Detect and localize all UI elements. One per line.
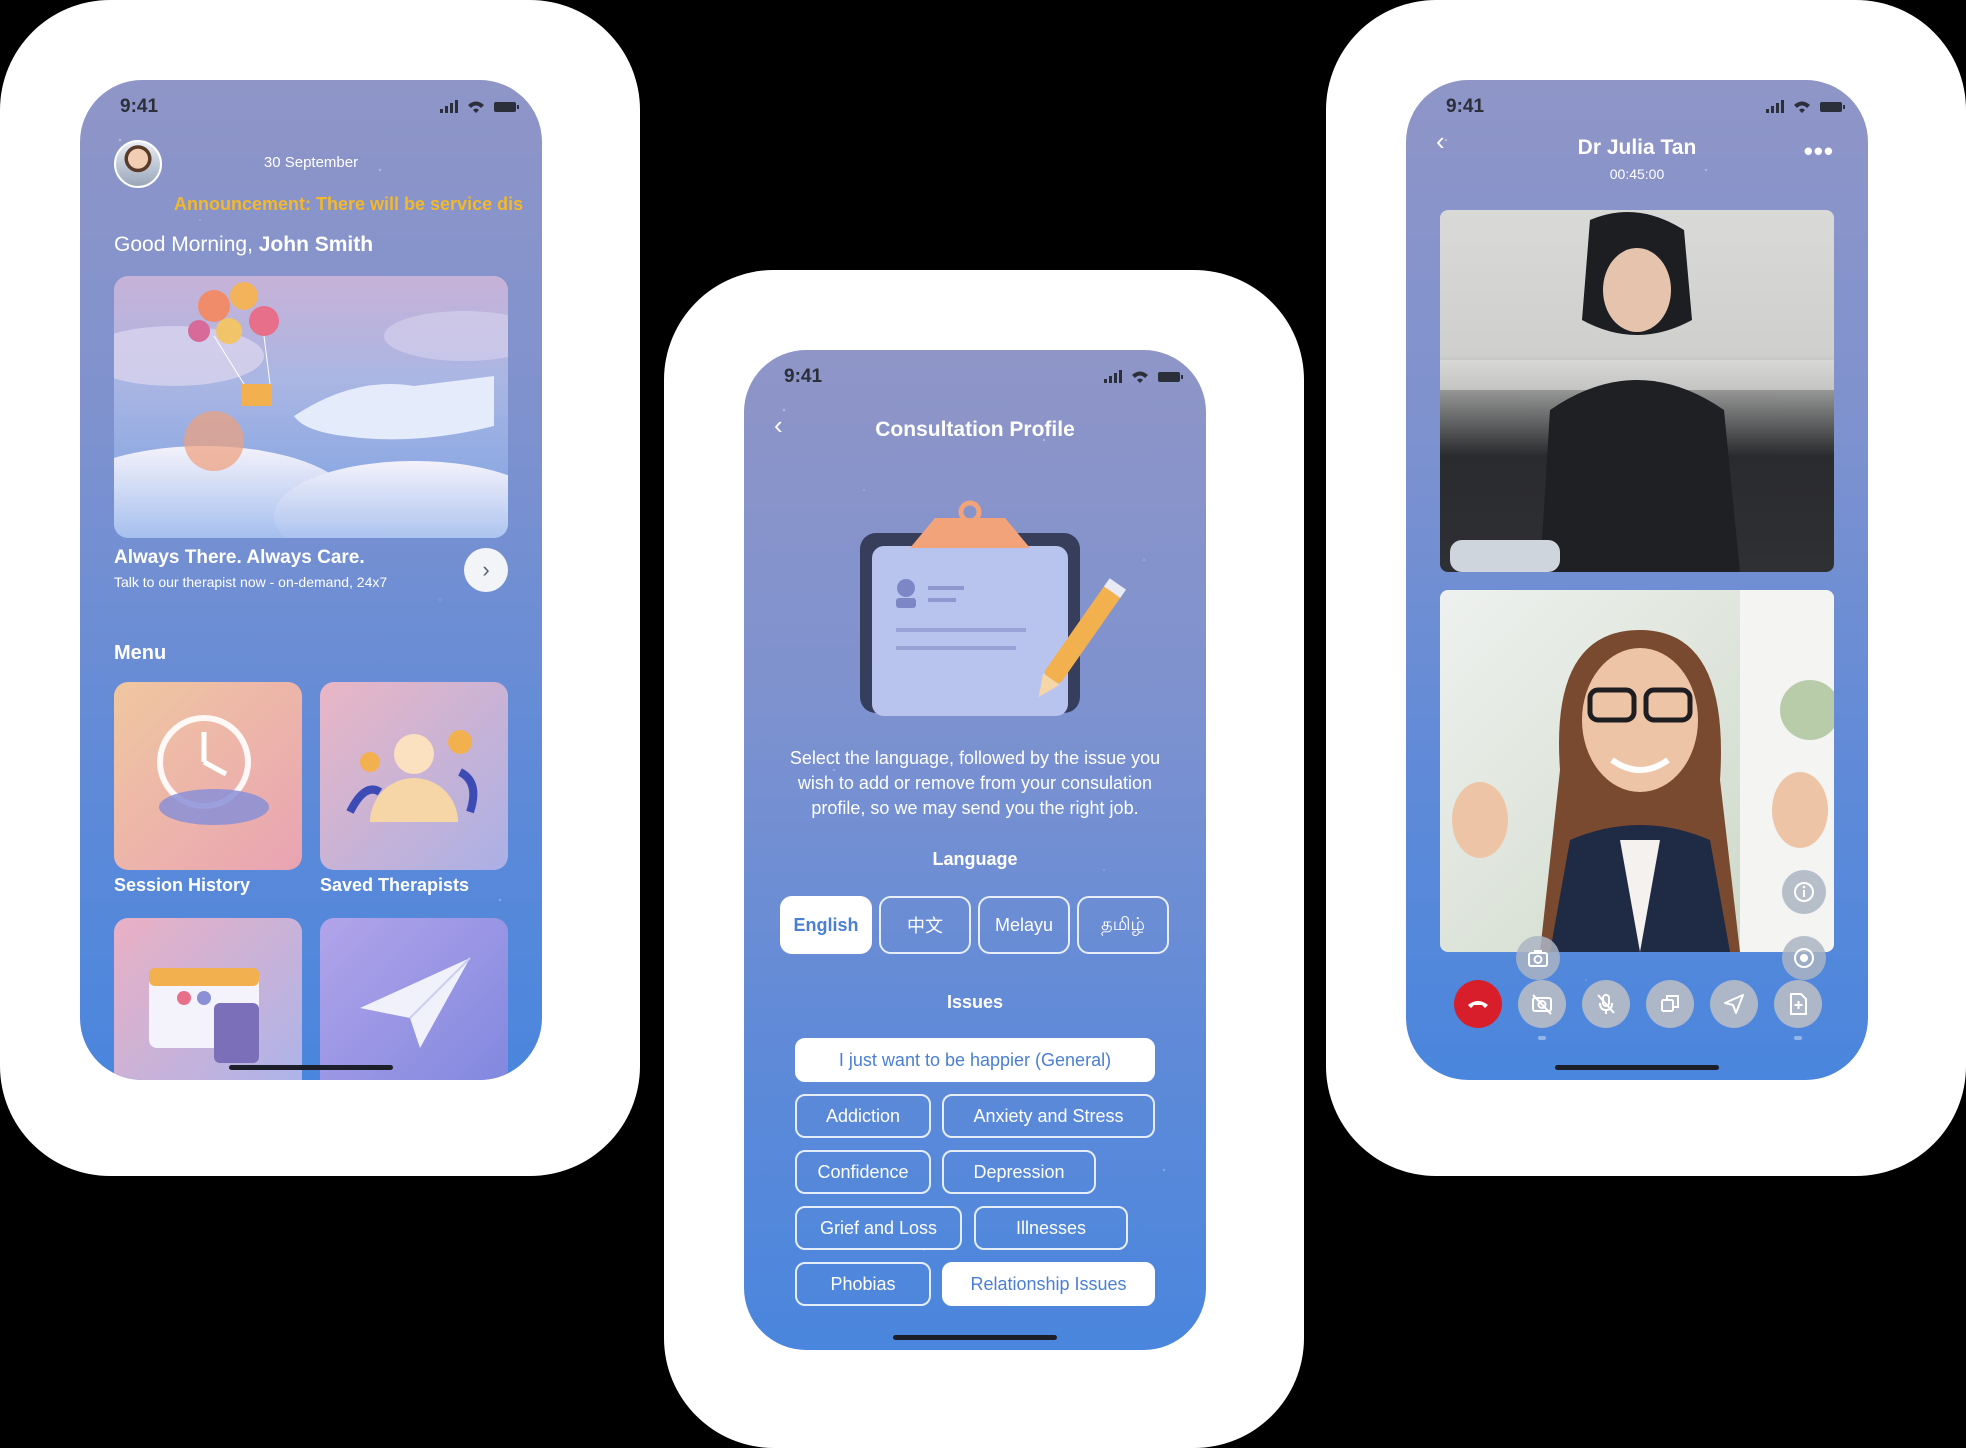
greeting-prefix: Good Morning, — [114, 233, 259, 256]
record-button[interactable] — [1782, 936, 1826, 980]
patient-video-feed — [1440, 210, 1834, 572]
issue-relationship-issues[interactable]: Relationship Issues — [942, 1262, 1155, 1306]
announcement-banner[interactable]: Announcement: There will be service dis — [174, 194, 523, 215]
session-history-tile[interactable] — [114, 682, 302, 870]
issue-addiction[interactable]: Addiction — [795, 1094, 931, 1138]
greeting: Good Morning, John Smith — [114, 233, 373, 257]
wifi-icon — [1794, 101, 1810, 113]
hero-illustration[interactable] — [114, 276, 508, 538]
send-icon — [1724, 994, 1744, 1014]
clock-icon — [157, 715, 269, 825]
info-button[interactable] — [1782, 870, 1826, 914]
saved-therapists-tile[interactable] — [320, 682, 508, 870]
camera-icon — [1528, 950, 1548, 967]
camera-options-indicator — [1538, 1036, 1546, 1040]
battery-icon — [1820, 102, 1845, 112]
language-title: Language — [932, 849, 1018, 869]
user-name: John Smith — [258, 233, 374, 256]
hero-title: Always There. Always Care. — [114, 547, 365, 568]
wifi-icon — [468, 101, 484, 113]
file-options-indicator — [1794, 1036, 1802, 1040]
switch-screen-icon — [1661, 995, 1679, 1012]
menu-title: Menu — [114, 642, 167, 664]
paper-plane-tile[interactable] — [320, 918, 508, 1080]
calendar-icon — [149, 968, 259, 1063]
video-call-screen: 9:41 ‹ Dr Julia Tan 00:45:00 ••• — [1406, 80, 1868, 1080]
status-time: 9:41 — [120, 96, 159, 117]
signal-icon — [1104, 370, 1122, 383]
file-icon — [1790, 993, 1807, 1015]
doctor-name: Dr Julia Tan — [1577, 136, 1697, 159]
send-button[interactable] — [1710, 980, 1758, 1028]
language-option-chinese[interactable]: 中文 — [879, 896, 971, 954]
issue-grief-and-loss[interactable]: Grief and Loss — [795, 1206, 962, 1250]
record-icon — [1794, 948, 1814, 968]
session-history-label: Session History — [114, 875, 251, 895]
issues-title: Issues — [946, 992, 1004, 1012]
issue-phobias[interactable]: Phobias — [795, 1262, 931, 1306]
mic-toggle-button[interactable] — [1582, 980, 1630, 1028]
saved-therapists-label: Saved Therapists — [320, 875, 470, 895]
consultation-profile-screen: 9:41 ‹ Consultation Profile Select the l… — [744, 350, 1206, 1350]
home-indicator — [229, 1065, 393, 1070]
more-options-icon[interactable]: ••• — [1804, 136, 1834, 167]
mic-off-icon — [1597, 994, 1615, 1014]
issue-anxiety-and-stress[interactable]: Anxiety and Stress — [942, 1094, 1155, 1138]
hand-illustration — [294, 376, 494, 440]
camera-off-icon — [1532, 994, 1552, 1015]
info-icon — [1794, 882, 1814, 902]
issue-general[interactable]: I just want to be happier (General) — [795, 1038, 1155, 1082]
clipboard-icon — [860, 500, 1127, 716]
status-icons — [1104, 370, 1184, 389]
language-option-english[interactable]: English — [780, 896, 872, 954]
end-call-icon — [1468, 1001, 1488, 1008]
status-icons — [440, 100, 520, 119]
language-option-tamil[interactable]: தமிழ் — [1077, 896, 1169, 954]
home-indicator — [893, 1335, 1057, 1340]
hero-next-button[interactable]: › — [464, 548, 508, 592]
camera-toggle-button[interactable] — [1518, 980, 1566, 1028]
snapshot-button[interactable] — [1516, 936, 1560, 980]
battery-icon — [1158, 372, 1183, 382]
home-indicator — [1555, 1065, 1719, 1070]
switch-screen-button[interactable] — [1646, 980, 1694, 1028]
language-option-malay[interactable]: Melayu — [978, 896, 1070, 954]
wifi-icon — [1132, 371, 1148, 383]
issue-illnesses[interactable]: Illnesses — [974, 1206, 1128, 1250]
hero-subtitle: Talk to our therapist now - on-demand, 2… — [114, 574, 388, 590]
status-icons — [1766, 100, 1846, 119]
page-title: Consultation Profile — [875, 418, 1075, 441]
battery-icon — [494, 102, 519, 112]
call-duration: 00:45:00 — [1609, 166, 1665, 182]
calendar-tile[interactable] — [114, 918, 302, 1080]
home-screen: 9:41 30 September Announcement: There wi… — [80, 80, 542, 1080]
signal-icon — [1766, 100, 1784, 113]
flowers-icon — [346, 730, 478, 822]
therapist-video-feed — [1440, 590, 1834, 952]
person-silhouette — [1450, 212, 1740, 572]
current-date: 30 September — [263, 154, 359, 171]
status-time: 9:41 — [784, 366, 823, 387]
signal-icon — [440, 100, 458, 113]
issue-confidence[interactable]: Confidence — [795, 1150, 931, 1194]
status-time: 9:41 — [1446, 96, 1485, 117]
paper-plane-icon — [360, 958, 470, 1048]
instructions: Select the language, followed by the iss… — [789, 748, 1161, 818]
add-file-button[interactable] — [1774, 980, 1822, 1028]
issue-depression[interactable]: Depression — [942, 1150, 1096, 1194]
end-call-button[interactable] — [1454, 980, 1502, 1028]
chevron-right-icon: › — [482, 557, 490, 582]
